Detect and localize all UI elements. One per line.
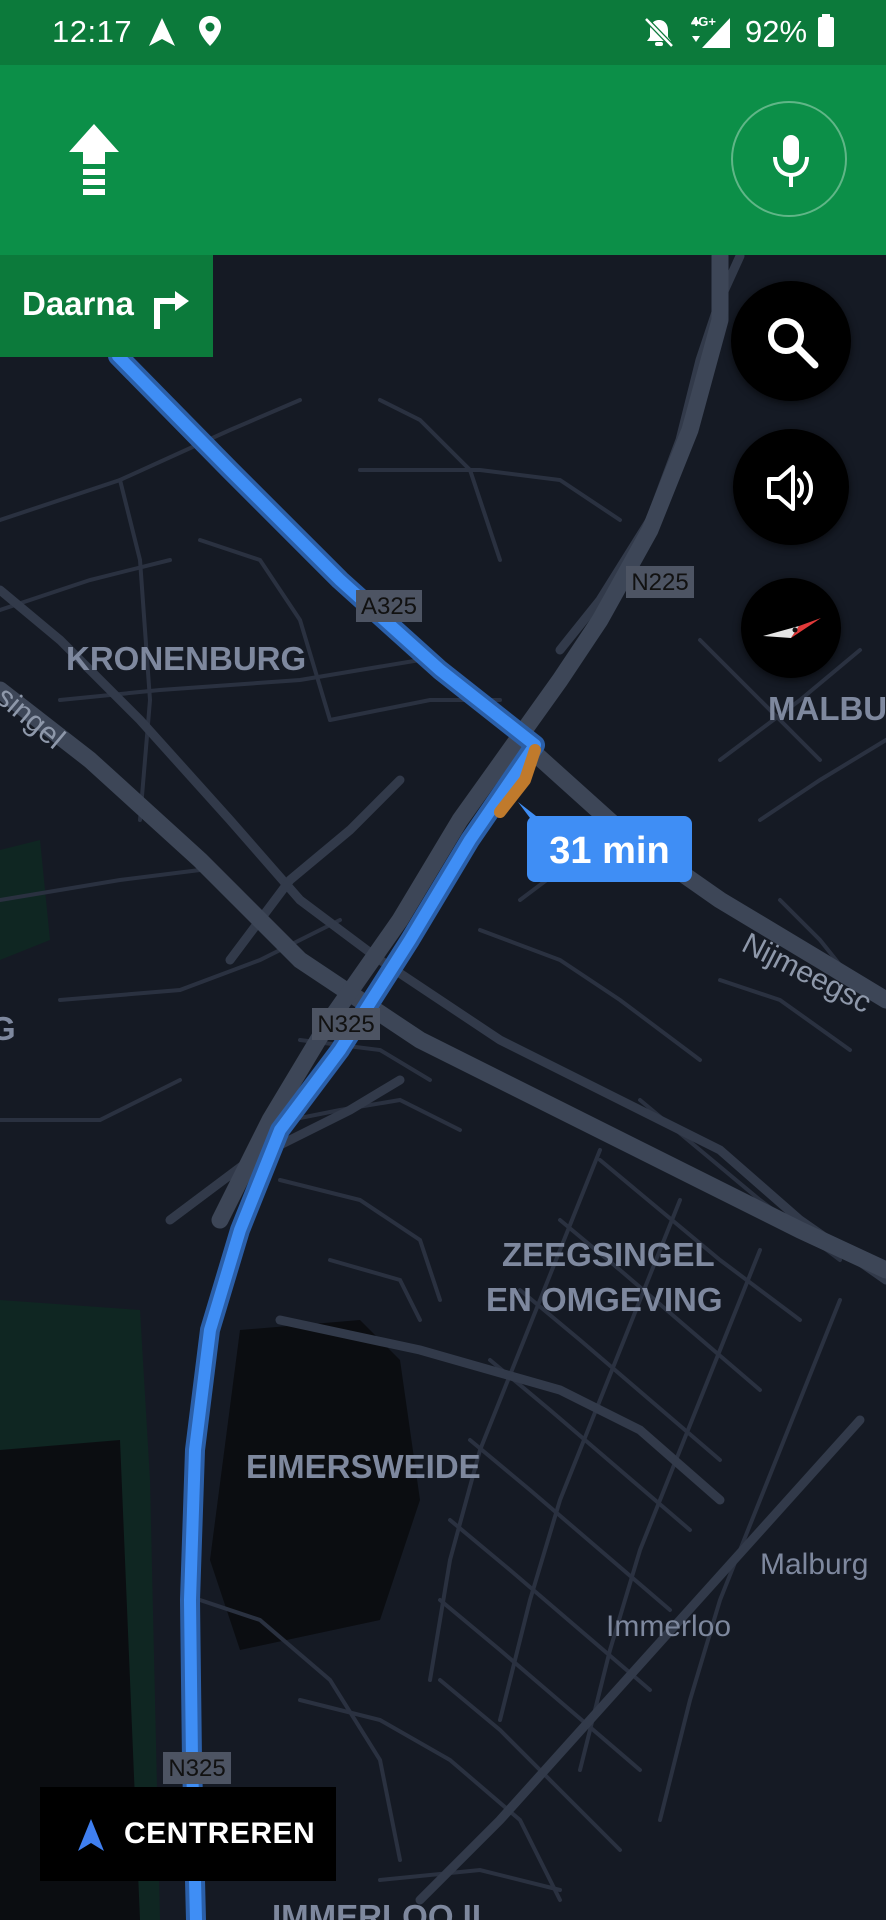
notifications-muted-icon: [644, 17, 674, 48]
shield-n325-mid: N325: [312, 1008, 380, 1040]
label-immerloo-ii: IMMERLOO II: [272, 1898, 481, 1920]
shield-a325: A325: [356, 590, 422, 622]
eta-bubble[interactable]: 31 min: [527, 816, 692, 882]
compass-button[interactable]: [741, 578, 841, 678]
label-g-fragment: G: [0, 1010, 16, 1047]
label-malburgen: MALBU: [768, 690, 886, 727]
compass-icon: [763, 618, 821, 638]
navigation-header: [0, 65, 886, 255]
status-bar: 12:17 4G+ 92%: [0, 0, 886, 65]
signal-strength-icon: [692, 18, 730, 48]
battery-icon: [818, 14, 834, 47]
shield-n325-bottom: N325: [163, 1752, 231, 1784]
voice-input-button[interactable]: [731, 101, 847, 217]
svg-text:N325: N325: [317, 1011, 374, 1038]
label-eimersweide: EIMERSWEIDE: [246, 1448, 481, 1485]
microphone-icon: [773, 135, 809, 187]
search-button[interactable]: [731, 281, 851, 401]
straight-arrow-icon: [69, 124, 119, 195]
status-time: 12:17: [52, 14, 133, 49]
svg-text:N225: N225: [631, 569, 688, 596]
label-zeegsingel-1: ZEEGSINGEL: [502, 1236, 715, 1273]
label-immerloo: Immerloo: [606, 1610, 731, 1643]
sound-button[interactable]: [733, 429, 849, 545]
search-icon: [768, 318, 819, 369]
navigation-arrow-status-icon: [149, 18, 175, 46]
battery-percentage: 92%: [745, 14, 808, 49]
location-pin-icon: [199, 16, 221, 46]
speaker-icon: [767, 465, 813, 511]
label-zeegsingel-2: EN OMGEVING: [486, 1281, 723, 1318]
next-turn-label: Daarna: [22, 285, 134, 322]
label-kronenburg: KRONENBURG: [66, 640, 306, 677]
next-turn-chip[interactable]: Daarna: [0, 255, 213, 357]
shield-n225: N225: [626, 566, 694, 598]
label-malburg: Malburg: [760, 1548, 868, 1581]
turn-right-icon: [154, 291, 189, 329]
svg-text:A325: A325: [361, 593, 417, 620]
svg-text:N325: N325: [168, 1755, 225, 1782]
navigation-arrow-icon: [78, 1819, 104, 1851]
eta-label: 31 min: [549, 830, 670, 872]
recenter-label: CENTREREN: [124, 1817, 316, 1850]
recenter-button[interactable]: CENTREREN: [40, 1787, 336, 1881]
